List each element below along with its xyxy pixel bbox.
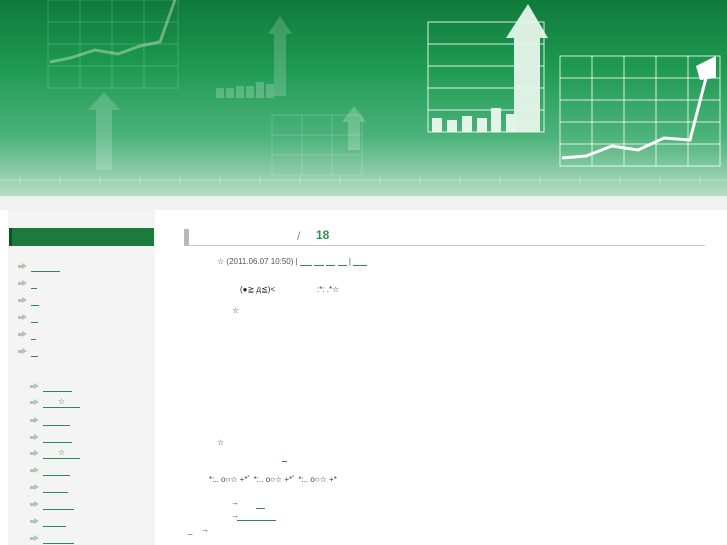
sidebar-link[interactable] bbox=[31, 329, 36, 340]
post-link[interactable] bbox=[237, 520, 276, 521]
arrow-icon: → bbox=[231, 498, 239, 507]
banner-divider bbox=[0, 196, 727, 210]
arrow-icon bbox=[30, 466, 39, 474]
post-number: 18 bbox=[316, 228, 330, 242]
arrow-icon bbox=[30, 398, 39, 406]
sidebar-link[interactable]: ☆ bbox=[43, 397, 80, 408]
sidebar-link[interactable] bbox=[43, 415, 70, 426]
arrow-icon bbox=[30, 416, 39, 424]
post-dash: _ bbox=[188, 526, 193, 535]
sidebar-item-6[interactable] bbox=[18, 344, 38, 358]
arrow-icon bbox=[30, 449, 39, 457]
title-separator: / bbox=[297, 229, 301, 243]
sidebar: ☆ ☆ bbox=[8, 210, 155, 545]
sidebar-subitem-3[interactable] bbox=[30, 413, 70, 427]
chart-graphic-background bbox=[0, 0, 727, 184]
post-star: ☆ bbox=[232, 306, 240, 315]
meta-link-2[interactable] bbox=[314, 257, 325, 267]
post-link[interactable] bbox=[256, 508, 265, 509]
arrow-icon: → bbox=[231, 511, 239, 520]
post-sparkle-text: :*: .*☆ bbox=[317, 285, 340, 294]
sidebar-subitem-10[interactable] bbox=[30, 531, 74, 545]
arrow-icon bbox=[18, 279, 27, 287]
post-sparkle-row: *:.. o○☆ +*ﾟ *:.. o○☆ +*ﾟ *:.. o○☆ +* bbox=[209, 475, 337, 484]
sidebar-subitem-2[interactable]: ☆ bbox=[30, 395, 80, 409]
arrow-icon bbox=[18, 296, 27, 304]
sidebar-header-bar bbox=[9, 228, 154, 246]
arrow-icon bbox=[30, 534, 39, 542]
sidebar-item-1[interactable] bbox=[18, 259, 60, 273]
sidebar-link[interactable] bbox=[31, 312, 38, 323]
sidebar-subitem-9[interactable] bbox=[30, 514, 66, 528]
meta-star: ☆ bbox=[217, 257, 225, 266]
sidebar-item-3[interactable] bbox=[18, 293, 39, 307]
sidebar-link[interactable] bbox=[31, 295, 39, 306]
sidebar-item-2[interactable] bbox=[18, 276, 37, 290]
arrow-icon bbox=[18, 313, 27, 321]
sidebar-subitem-7[interactable] bbox=[30, 480, 68, 494]
sidebar-link[interactable] bbox=[43, 516, 66, 527]
sidebar-link[interactable] bbox=[43, 482, 68, 493]
arrow-icon bbox=[18, 347, 27, 355]
sidebar-subitem-1[interactable] bbox=[30, 379, 72, 393]
post-link[interactable] bbox=[282, 461, 287, 462]
arrow-icon bbox=[30, 517, 39, 525]
post-date: (2011.06.07 10:50) bbox=[226, 257, 294, 266]
arrow-icon bbox=[18, 330, 27, 338]
sidebar-link[interactable] bbox=[43, 432, 72, 443]
sidebar-subitem-8[interactable] bbox=[30, 497, 74, 511]
sidebar-link[interactable] bbox=[43, 465, 70, 476]
meta-link-1[interactable] bbox=[299, 257, 312, 267]
arrow-icon bbox=[18, 262, 27, 270]
post-title-bar bbox=[184, 229, 705, 246]
sidebar-item-4[interactable] bbox=[18, 310, 38, 324]
arrow-icon bbox=[30, 382, 39, 390]
post-emoticon: (●≧ д≦)< bbox=[240, 285, 276, 294]
arrow-icon bbox=[30, 433, 39, 441]
arrow-icon bbox=[30, 483, 39, 491]
meta-link-4[interactable] bbox=[337, 257, 347, 267]
sidebar-subitem-4[interactable] bbox=[30, 430, 72, 444]
sidebar-link[interactable] bbox=[31, 261, 60, 272]
arrow-icon bbox=[30, 500, 39, 508]
sidebar-link[interactable] bbox=[31, 346, 38, 357]
post-meta: ☆ (2011.06.07 10:50) | | bbox=[217, 257, 368, 267]
header-banner bbox=[0, 0, 727, 196]
meta-separator: | bbox=[295, 257, 298, 266]
sidebar-link[interactable] bbox=[43, 533, 74, 544]
meta-link-3[interactable] bbox=[326, 257, 336, 267]
sidebar-item-5[interactable] bbox=[18, 327, 36, 341]
meta-separator: | bbox=[348, 257, 351, 266]
arrow-icon: → bbox=[201, 525, 209, 534]
sidebar-link[interactable] bbox=[43, 499, 74, 510]
meta-link-5[interactable] bbox=[353, 257, 368, 267]
post-star: ☆ bbox=[217, 438, 225, 447]
sidebar-subitem-5[interactable]: ☆ bbox=[30, 446, 80, 460]
sidebar-link[interactable]: ☆ bbox=[43, 448, 80, 459]
sidebar-link[interactable] bbox=[43, 381, 72, 392]
sidebar-link[interactable] bbox=[31, 278, 37, 289]
sidebar-subitem-6[interactable] bbox=[30, 463, 70, 477]
